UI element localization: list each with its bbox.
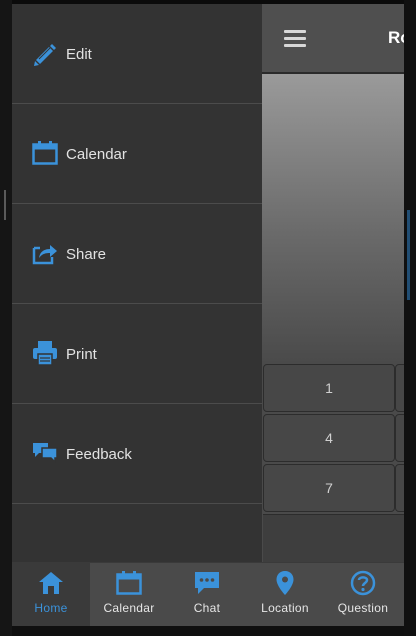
help-icon	[350, 570, 376, 596]
drawer-item-label: Print	[66, 346, 97, 363]
calendar-icon	[32, 141, 58, 165]
drawer-item-feedback[interactable]: Feedback	[12, 404, 262, 504]
chat-bubbles-icon	[33, 443, 58, 464]
tab-label: Calendar	[103, 601, 155, 615]
keypad-key-partial[interactable]	[395, 464, 404, 512]
home-icon	[39, 572, 63, 594]
drawer-item-label: Edit	[66, 46, 92, 63]
calendar-icon	[116, 571, 142, 595]
keypad-key-partial[interactable]	[395, 414, 404, 462]
drawer-item-print[interactable]: Print	[12, 304, 262, 404]
tab-label: Location	[261, 601, 309, 615]
tab-home[interactable]: Home	[12, 563, 90, 627]
screen-edge-bottom	[12, 626, 404, 636]
location-pin-icon	[276, 571, 294, 595]
tab-chat[interactable]: Chat	[168, 563, 246, 627]
drawer-item-label: Share	[66, 246, 107, 263]
keypad-key-4[interactable]: 4	[263, 414, 395, 462]
edge-highlight	[407, 210, 410, 300]
keypad-lower-row	[263, 514, 404, 562]
keypad-key-1[interactable]: 1	[263, 364, 395, 412]
bottom-navigation: Home Calendar Chat Location Question	[12, 562, 404, 627]
keypad-key-partial[interactable]	[395, 364, 404, 412]
tab-label: Home	[34, 601, 68, 615]
drawer-item-label: Calendar	[66, 146, 127, 163]
drawer-item-label: Feedback	[66, 446, 132, 463]
chat-icon	[195, 572, 219, 594]
edge-highlight	[4, 190, 6, 220]
screen-edge-left	[0, 0, 12, 636]
tab-question[interactable]: Question	[324, 563, 402, 627]
tab-label: Chat	[193, 601, 221, 615]
pencil-icon	[34, 44, 56, 66]
tab-location[interactable]: Location	[246, 563, 324, 627]
action-bar-title: Ro	[388, 28, 404, 47]
drawer-item-edit[interactable]: Edit	[12, 4, 262, 104]
tab-calendar[interactable]: Calendar	[90, 563, 168, 627]
drawer-item-calendar[interactable]: Calendar	[12, 104, 262, 204]
screen-edge-right	[404, 0, 416, 636]
hamburger-menu-icon[interactable]	[284, 30, 306, 48]
tab-label: Question	[337, 601, 389, 615]
app-window: Ro 1 4 7 Edit	[0, 0, 416, 636]
printer-icon	[33, 341, 57, 366]
navigation-drawer: Edit Calendar Share Print Feedback	[12, 4, 262, 562]
share-icon	[32, 245, 57, 265]
drawer-item-share[interactable]: Share	[12, 204, 262, 304]
keypad-key-7[interactable]: 7	[263, 464, 395, 512]
